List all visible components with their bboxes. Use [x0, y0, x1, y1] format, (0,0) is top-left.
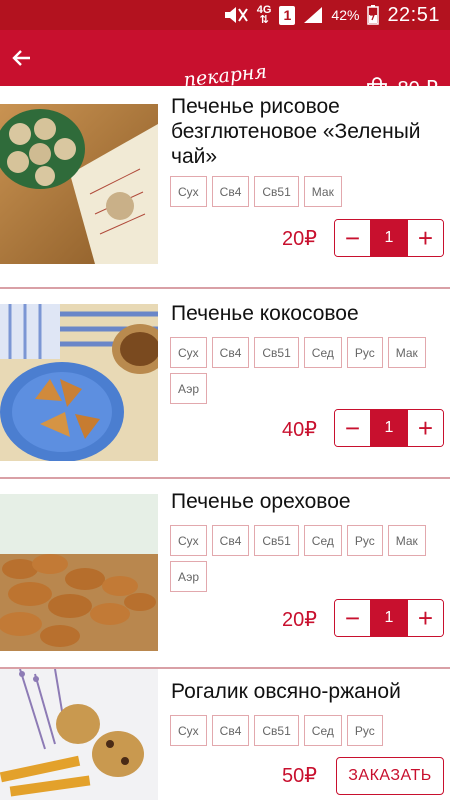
mute-icon [223, 5, 249, 25]
quantity-value: 1 [370, 410, 408, 446]
product-name: Печенье ореховое [171, 490, 351, 513]
data-arrows-icon: ⇅ [259, 14, 269, 26]
tag: Св4 [211, 525, 250, 556]
tag: Рус [346, 525, 383, 556]
product-name: Печенье рисовое безглютеновое «Зеленый ч… [171, 95, 421, 168]
quantity-stepper[interactable]: − 1 + [334, 409, 444, 447]
tag: Рус [346, 715, 383, 746]
battery-percent: 42% [331, 7, 360, 23]
tag-list: Сух Св4 Св51 Сед Рус [170, 715, 438, 746]
arrow-left-icon [12, 50, 30, 66]
tag: Мак [387, 337, 426, 368]
tag: Св51 [254, 715, 299, 746]
tag: Св4 [211, 176, 250, 207]
tag: Сед [303, 715, 342, 746]
tag-list: Сух Св4 Св51 Сед Рус Мак Аэр [170, 337, 438, 404]
status-bar: 4G ⇅ 1 42% 22:51 [0, 0, 450, 30]
product-price: 40₽ [282, 419, 317, 441]
tag: Св51 [254, 525, 299, 556]
tag: Сед [303, 337, 342, 368]
product-name: Рогалик овсяно-ржаной [171, 680, 401, 703]
product-image [0, 104, 158, 264]
order-button[interactable]: ЗАКАЗАТЬ [336, 757, 444, 795]
quantity-value: 1 [370, 600, 408, 636]
product-image [0, 494, 158, 651]
decrement-button[interactable]: − [335, 600, 370, 636]
tag: Св4 [211, 715, 250, 746]
product-item[interactable]: Рогалик овсяно-ржаной Сух Св4 Св51 Сед Р… [0, 669, 450, 800]
tag: Св4 [211, 337, 250, 368]
quantity-stepper[interactable]: − 1 + [334, 599, 444, 637]
product-item[interactable]: Печенье кокосовое Сух Св4 Св51 Сед Рус М… [0, 289, 450, 479]
quantity-stepper[interactable]: − 1 + [334, 219, 444, 257]
tag: Рус [346, 337, 383, 368]
tag: Сед [303, 525, 342, 556]
tag: Сух [170, 176, 207, 207]
signal-icon [303, 5, 323, 25]
battery-icon [367, 5, 380, 25]
tag: Сух [170, 337, 207, 368]
increment-button[interactable]: + [408, 220, 443, 256]
tag: Аэр [170, 373, 208, 404]
clock: 22:51 [387, 3, 440, 26]
tag: Мак [387, 525, 426, 556]
product-price: 50₽ [282, 765, 317, 787]
tag: Св51 [254, 176, 299, 207]
tag: Мак [303, 176, 342, 207]
tag: Сух [170, 715, 207, 746]
product-list[interactable]: Печенье рисовое безглютеновое «Зеленый ч… [0, 86, 450, 800]
sim-indicator: 1 [279, 5, 296, 25]
product-item[interactable]: Печенье рисовое безглютеновое «Зеленый ч… [0, 86, 450, 288]
product-price: 20₽ [282, 609, 317, 631]
product-image [0, 304, 158, 461]
decrement-button[interactable]: − [335, 410, 370, 446]
quantity-value: 1 [370, 220, 408, 256]
product-name: Печенье кокосовое [171, 302, 359, 325]
product-price: 20₽ [282, 228, 317, 250]
increment-button[interactable]: + [408, 410, 443, 446]
decrement-button[interactable]: − [335, 220, 370, 256]
tag: Аэр [170, 561, 208, 592]
product-item[interactable]: Печенье ореховое Сух Св4 Св51 Сед Рус Ма… [0, 479, 450, 657]
increment-button[interactable]: + [408, 600, 443, 636]
tag-list: Сух Св4 Св51 Мак [170, 176, 438, 207]
tag-list: Сух Св4 Св51 Сед Рус Мак Аэр [170, 525, 438, 592]
tag: Св51 [254, 337, 299, 368]
toolbar: пекарня Мишеля 80 ₽ [0, 30, 450, 113]
product-image [0, 669, 158, 800]
back-button[interactable] [2, 30, 42, 86]
network-indicator: 4G ⇅ [257, 5, 272, 26]
tag: Сух [170, 525, 207, 556]
